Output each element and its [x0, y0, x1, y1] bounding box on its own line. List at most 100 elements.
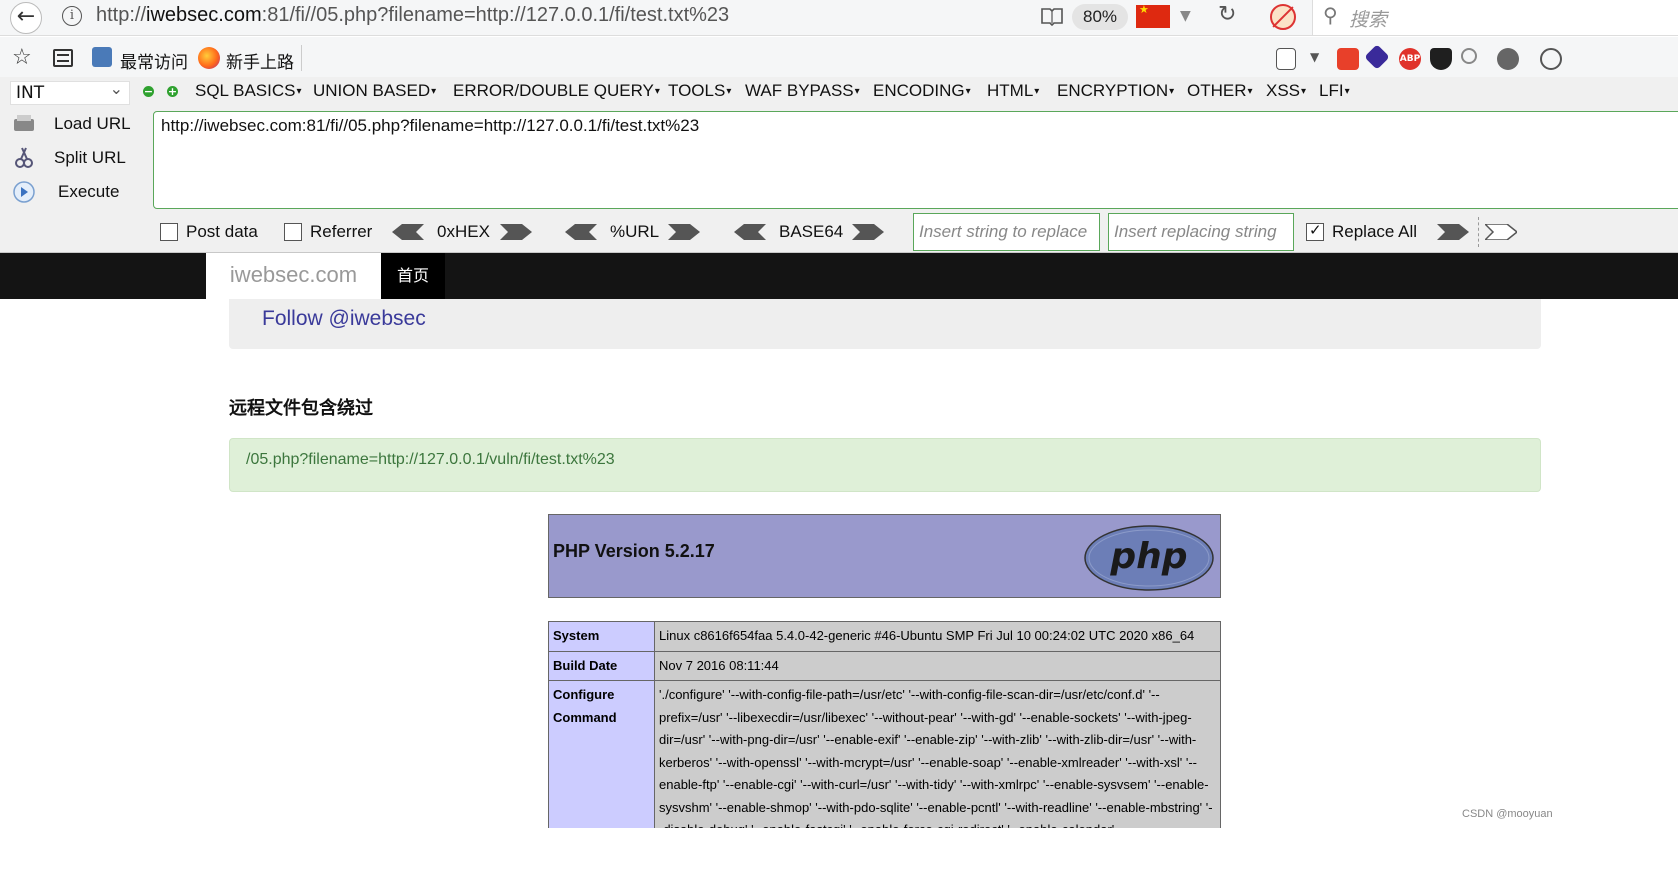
- post-data-checkbox[interactable]: [160, 223, 178, 241]
- menu-tools[interactable]: TOOLS: [668, 81, 731, 101]
- palette-icon[interactable]: [1540, 48, 1562, 70]
- url-rest: :81/fi//05.php?filename=http://127.0.0.1…: [261, 4, 730, 26]
- table-row: Build Date Nov 7 2016 08:11:44: [548, 650, 1221, 681]
- library-icon[interactable]: [53, 49, 73, 67]
- menu-encoding[interactable]: ENCODING: [873, 81, 971, 101]
- reload-icon[interactable]: ↻: [1218, 2, 1236, 27]
- bookmark-divider: [301, 45, 302, 71]
- load-url-button[interactable]: Load URL: [54, 114, 131, 134]
- menu-union-based[interactable]: UNION BASED: [313, 81, 436, 101]
- menu-sql-basics[interactable]: SQL BASICS: [195, 81, 302, 101]
- row-key: System: [548, 621, 655, 652]
- php-logo: php: [1084, 525, 1214, 591]
- search-placeholder: 搜索: [1349, 9, 1388, 31]
- firefox-icon: [198, 47, 220, 69]
- table-row: Configure Command './configure' '--with-…: [548, 680, 1221, 846]
- referrer-label: Referrer: [310, 222, 373, 241]
- follow-panel: Follow @iwebsec: [229, 299, 1541, 349]
- address-bar: ← i http://iwebsec.com:81/fi//05.php?fil…: [0, 0, 1678, 36]
- load-url-icon: [14, 115, 34, 131]
- hackbar-url-textarea[interactable]: http://iwebsec.com:81/fi//05.php?filenam…: [153, 111, 1678, 209]
- alert-text: /05.php?filename=http://127.0.0.1/vuln/f…: [246, 451, 615, 468]
- page-heading: 远程文件包含绕过: [229, 398, 373, 419]
- phpinfo-header: PHP Version 5.2.17 php: [548, 514, 1221, 598]
- replace-arrow-icon[interactable]: [1437, 224, 1469, 240]
- plus-icon[interactable]: +: [167, 86, 178, 97]
- zoom-level[interactable]: 80%: [1072, 4, 1128, 30]
- layers-ext-icon[interactable]: [1364, 44, 1390, 70]
- url-encode-arrow-icon[interactable]: [668, 224, 700, 240]
- replace-all-label: Replace All: [1332, 222, 1418, 241]
- hackbar-url-value: http://iwebsec.com:81/fi//05.php?filenam…: [161, 116, 700, 135]
- execute-icon: [13, 181, 35, 203]
- execute-button[interactable]: Execute: [58, 182, 119, 202]
- bookmark-most-visited[interactable]: 最常访问: [120, 48, 188, 73]
- dropdown-arrow-icon[interactable]: ▼: [1180, 8, 1191, 24]
- star-icon[interactable]: ☆: [12, 45, 32, 70]
- menu-encryption[interactable]: ENCRYPTION: [1057, 81, 1174, 101]
- hackbar-panel: INT − + SQL BASICS UNION BASED ERROR/DOU…: [0, 77, 1678, 253]
- referrer-checkbox[interactable]: [284, 223, 302, 241]
- noscript-icon[interactable]: [1270, 4, 1296, 30]
- post-data-label: Post data: [186, 222, 258, 241]
- overflow-arrow-icon[interactable]: ▼: [1310, 50, 1319, 64]
- url-decode-arrow-icon[interactable]: [565, 224, 597, 240]
- url-prefix: http://: [96, 4, 147, 26]
- row-key: Build Date: [548, 650, 655, 681]
- replace-input[interactable]: Insert string to replace: [913, 213, 1100, 251]
- hackbar-ext-icon[interactable]: [1337, 48, 1359, 70]
- reader-view-icon[interactable]: [1040, 6, 1064, 26]
- search-icon: ⚲: [1323, 3, 1338, 27]
- menu-waf-bypass[interactable]: WAF BYPASS: [745, 81, 860, 101]
- adblock-icon[interactable]: ABP: [1399, 48, 1421, 70]
- row-value: Nov 7 2016 08:11:44: [654, 650, 1221, 681]
- hex-label: 0xHEX: [437, 222, 490, 241]
- phpinfo-table: System Linux c8616f654faa 5.4.0-42-gener…: [548, 621, 1221, 846]
- row-value: './configure' '--with-config-file-path=/…: [654, 680, 1221, 846]
- url-field[interactable]: http://iwebsec.com:81/fi//05.php?filenam…: [96, 4, 729, 27]
- menu-lfi[interactable]: LFI: [1319, 81, 1350, 101]
- split-url-button[interactable]: Split URL: [54, 148, 126, 168]
- php-version-title: PHP Version 5.2.17: [553, 541, 715, 561]
- menu-html[interactable]: HTML: [987, 81, 1039, 101]
- nav-home[interactable]: 首页: [381, 253, 445, 299]
- base64-label: BASE64: [779, 222, 844, 241]
- urlenc-label: %URL: [610, 222, 660, 241]
- bookmark-getting-started[interactable]: 新手上路: [226, 48, 294, 73]
- search-box[interactable]: ⚲ 搜索: [1312, 0, 1678, 35]
- minus-icon[interactable]: −: [143, 86, 154, 97]
- magnifier-ext-icon[interactable]: [1461, 48, 1477, 64]
- hex-decode-arrow-icon[interactable]: [392, 224, 424, 240]
- menu-other[interactable]: OTHER: [1187, 81, 1253, 101]
- menu-xss[interactable]: XSS: [1266, 81, 1306, 101]
- china-flag-icon[interactable]: [1136, 3, 1170, 28]
- split-url-icon: [15, 147, 33, 168]
- svg-text:php: php: [1109, 536, 1187, 577]
- bookmark-favicon-icon: [92, 47, 112, 67]
- row-key: Configure Command: [548, 680, 655, 846]
- site-navbar: iwebsec.com 首页: [0, 253, 1678, 299]
- follow-link[interactable]: Follow @iwebsec: [262, 307, 426, 331]
- menu-error-double-query[interactable]: ERROR/DOUBLE QUERY: [453, 81, 660, 101]
- bookmarks-toolbar: ☆ 最常访问 新手上路 ▼ ABP: [0, 37, 1678, 77]
- row-value: Linux c8616f654faa 5.4.0-42-generic #46-…: [654, 621, 1221, 652]
- table-row: System Linux c8616f654faa 5.4.0-42-gener…: [548, 621, 1221, 652]
- watermark: CSDN @mooyuan: [1462, 808, 1553, 820]
- info-icon[interactable]: i: [62, 6, 82, 26]
- hex-encode-arrow-icon[interactable]: [500, 224, 532, 240]
- type-select[interactable]: INT: [10, 78, 130, 105]
- page-icon[interactable]: [1276, 48, 1296, 70]
- network-ext-icon[interactable]: [1497, 48, 1519, 70]
- base64-decode-arrow-icon[interactable]: [734, 224, 766, 240]
- shield-icon[interactable]: [1430, 48, 1452, 70]
- back-arrow-icon[interactable]: ←: [10, 2, 42, 34]
- toolbar-divider: [1478, 217, 1479, 247]
- site-brand[interactable]: iwebsec.com: [206, 253, 381, 299]
- replace-next-arrow-icon[interactable]: [1485, 224, 1517, 240]
- url-host: iwebsec.com: [146, 4, 262, 26]
- success-alert: /05.php?filename=http://127.0.0.1/vuln/f…: [229, 438, 1541, 492]
- replacing-input[interactable]: Insert replacing string: [1108, 213, 1294, 251]
- replace-all-checkbox[interactable]: [1306, 221, 1324, 241]
- window-bottom: [0, 828, 1678, 888]
- base64-encode-arrow-icon[interactable]: [852, 224, 884, 240]
